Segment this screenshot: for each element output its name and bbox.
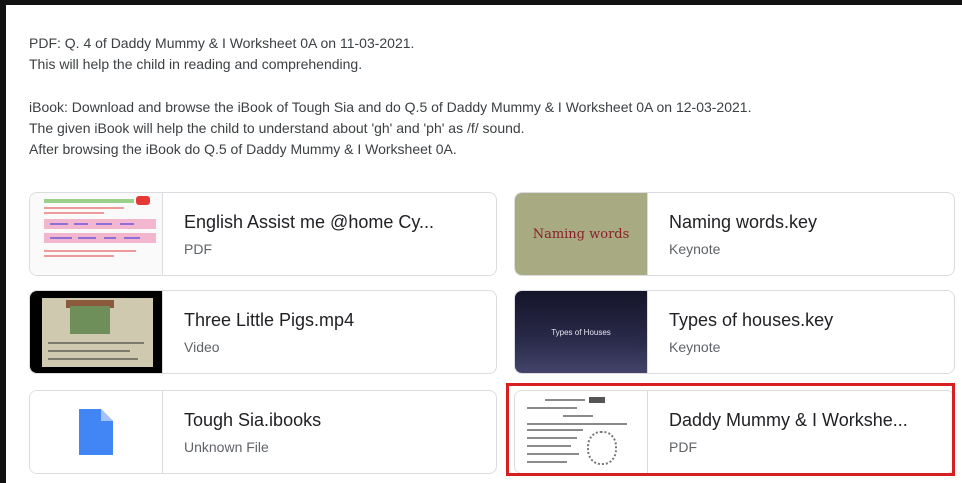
window-border-left — [0, 0, 6, 483]
description-line: iBook: Download and browse the iBook of … — [29, 99, 752, 115]
keynote-thumbnail: Naming words — [515, 193, 648, 275]
pdf-thumbnail — [30, 193, 163, 275]
thumbnail-text: Types of Houses — [551, 327, 611, 337]
assignment-description: PDF: Q. 4 of Daddy Mummy & I Worksheet 0… — [29, 33, 954, 160]
description-line: The given iBook will help the child to u… — [29, 120, 525, 136]
attachment-card-three-little-pigs[interactable]: Three Little Pigs.mp4 Video — [29, 290, 497, 374]
keynote-thumbnail: Types of Houses — [515, 291, 648, 373]
attachment-type: Keynote — [669, 241, 721, 257]
attachment-type: Video — [184, 339, 220, 355]
attachment-card-tough-sia[interactable]: Tough Sia.ibooks Unknown File — [29, 390, 497, 474]
attachment-type: Unknown File — [184, 439, 269, 455]
attachment-card-english-assist[interactable]: English Assist me @home Cy... PDF — [29, 192, 497, 276]
attachment-card-naming-words[interactable]: Naming words Naming words.key Keynote — [514, 192, 955, 276]
attachment-title: English Assist me @home Cy... — [184, 212, 435, 232]
video-thumbnail — [30, 291, 163, 373]
description-line: After browsing the iBook do Q.5 of Daddy… — [29, 141, 457, 157]
attachment-type: Keynote — [669, 339, 721, 355]
attachment-type: PDF — [184, 241, 212, 257]
logo-icon — [136, 196, 150, 205]
file-thumbnail — [30, 391, 163, 473]
attachment-title: Three Little Pigs.mp4 — [184, 310, 355, 330]
attachment-title: Naming words.key — [669, 212, 818, 232]
description-line: PDF: Q. 4 of Daddy Mummy & I Worksheet 0… — [29, 35, 415, 51]
selection-highlight — [506, 383, 955, 476]
attachment-title: Tough Sia.ibooks — [184, 410, 322, 430]
description-line: This will help the child in reading and … — [29, 56, 363, 72]
attachment-title: Types of houses.key — [669, 310, 834, 330]
file-icon — [79, 409, 113, 455]
attachment-card-types-of-houses[interactable]: Types of Houses Types of houses.key Keyn… — [514, 290, 955, 374]
thumbnail-text: Naming words — [532, 226, 630, 242]
window-border-top — [0, 0, 962, 5]
